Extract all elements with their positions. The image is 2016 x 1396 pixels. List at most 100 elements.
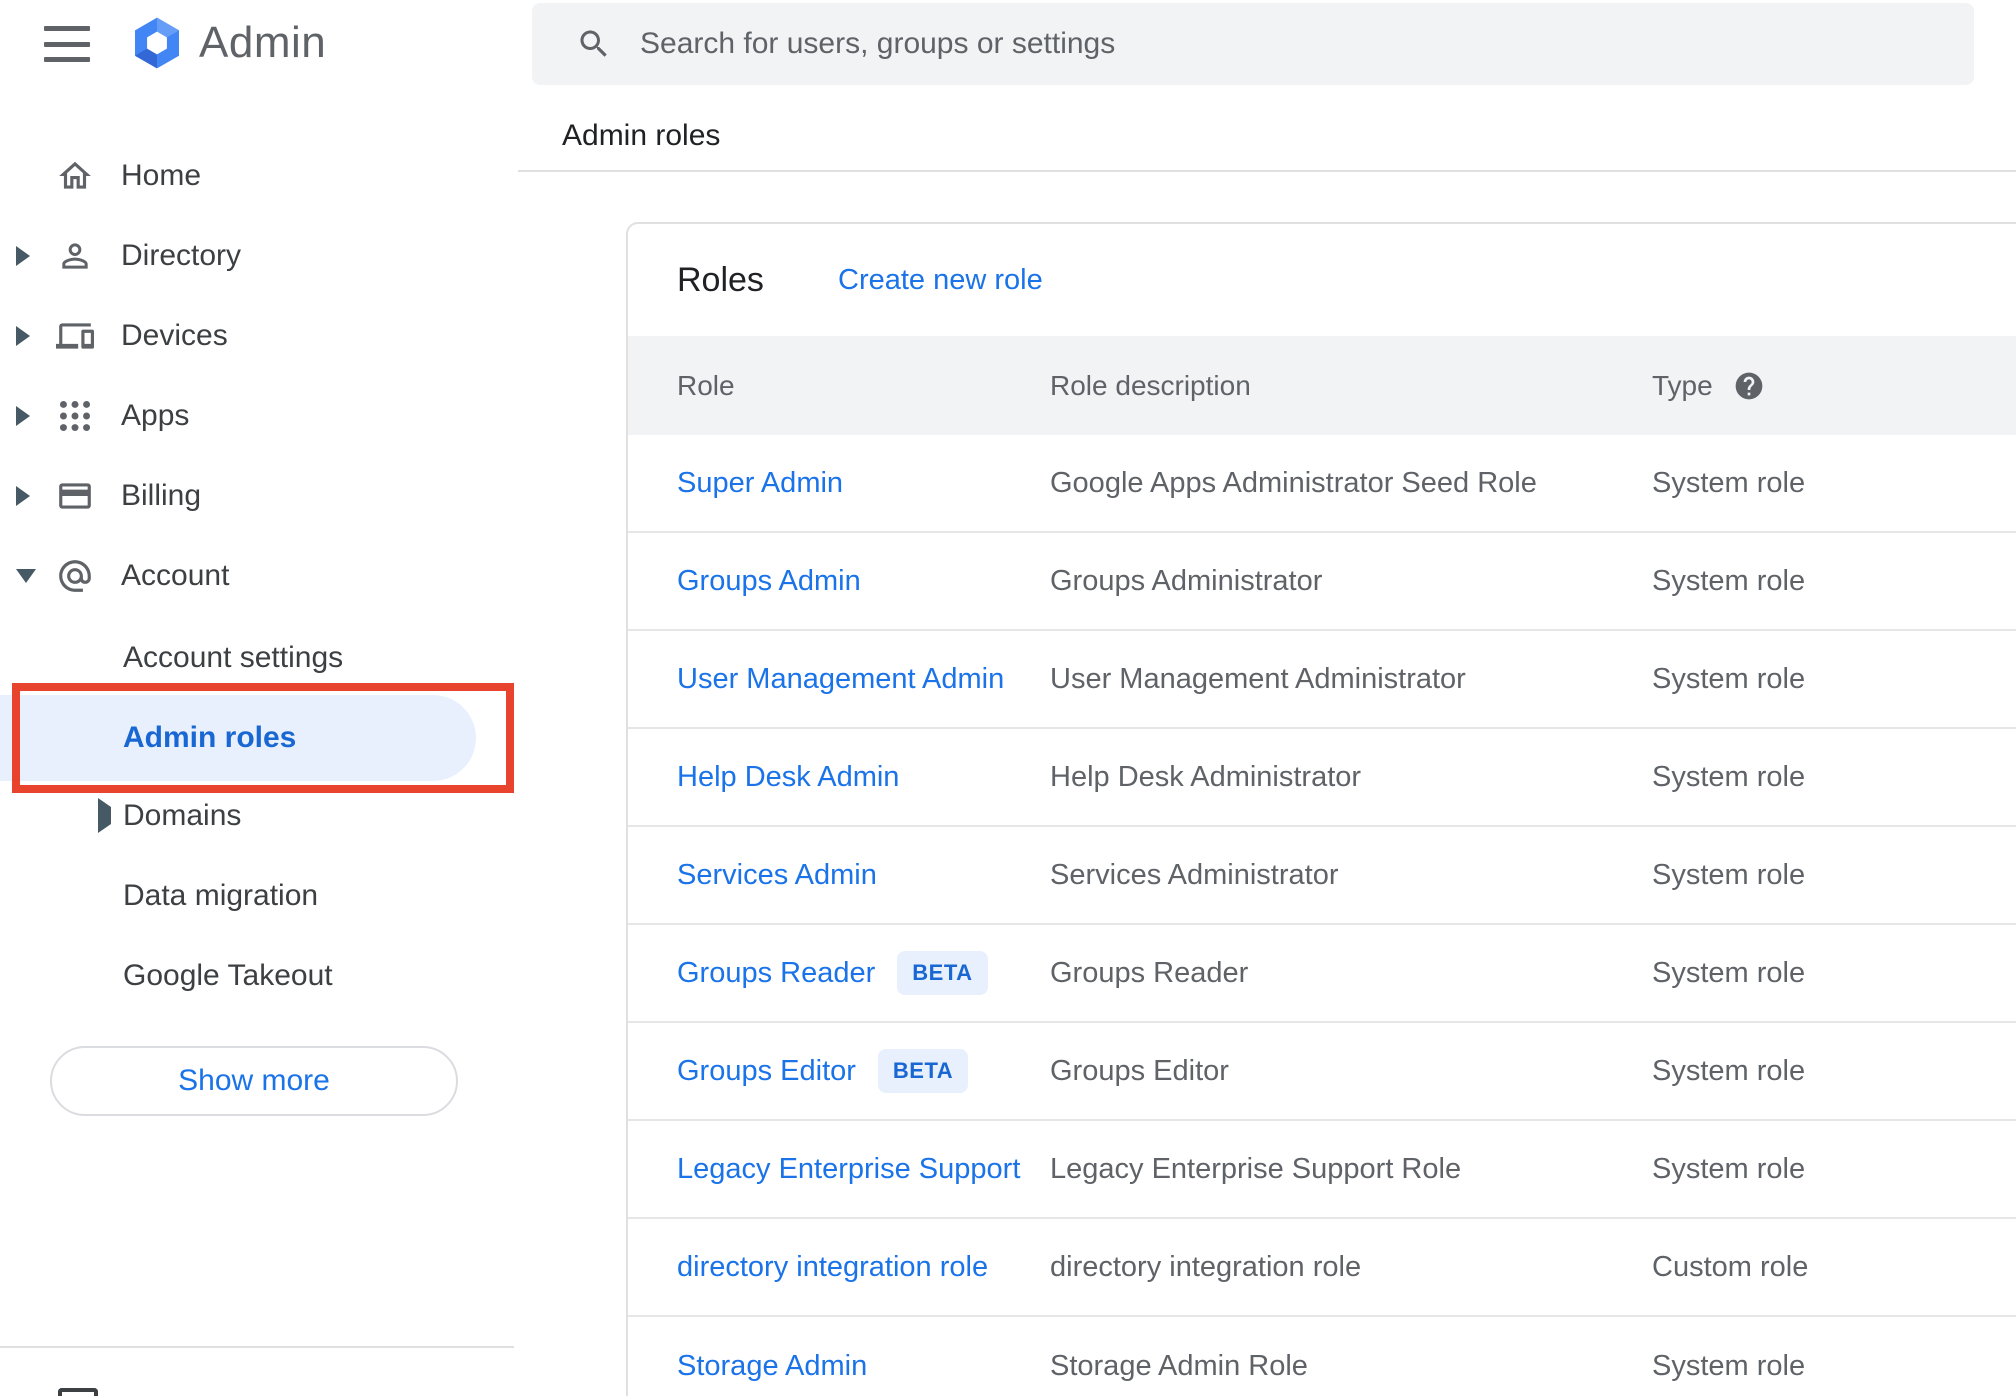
role-type: System role: [1652, 956, 1806, 989]
table-row: User Management Admin User Management Ad…: [628, 631, 2016, 729]
sidebar-header: Admin: [0, 0, 514, 90]
role-link[interactable]: User Management Admin: [677, 663, 1004, 696]
sidebar-item-data-migration[interactable]: Data migration: [0, 856, 514, 936]
role-type: System role: [1652, 760, 1806, 793]
app-title: Admin: [199, 18, 327, 67]
sidebar-item-billing[interactable]: Billing: [0, 456, 514, 536]
sidebar-item-account[interactable]: Account: [0, 536, 514, 616]
role-type: Custom role: [1652, 1250, 1809, 1283]
role-description: User Management Administrator: [1050, 662, 1466, 695]
role-type: System role: [1652, 858, 1806, 891]
table-row: Services Admin Services Administrator Sy…: [628, 827, 2016, 925]
clipped-bottom-icon: [58, 1388, 98, 1396]
chevron-right-icon: [16, 246, 30, 266]
sidebar-item-label: Domains: [123, 799, 242, 832]
role-link[interactable]: Super Admin: [677, 467, 843, 500]
help-icon[interactable]: [1733, 370, 1765, 402]
show-more-button[interactable]: Show more: [50, 1046, 458, 1116]
role-link[interactable]: Services Admin: [677, 859, 877, 892]
beta-badge: BETA: [897, 951, 988, 995]
role-link[interactable]: directory integration role: [677, 1251, 988, 1284]
table-row: Groups Reader BETA Groups Reader System …: [628, 925, 2016, 1023]
sidebar-item-label: Account settings: [123, 641, 344, 674]
sidebar-item-label: Google Takeout: [123, 959, 333, 992]
sidebar-item-devices[interactable]: Devices: [0, 296, 514, 376]
table-row: directory integration role directory int…: [628, 1219, 2016, 1317]
column-header-role: Role: [677, 369, 735, 401]
sidebar-item-home[interactable]: Home: [0, 136, 514, 216]
role-link[interactable]: Groups Editor: [677, 1055, 856, 1088]
role-description: Groups Reader: [1050, 956, 1249, 989]
search-icon: [576, 26, 612, 62]
role-description: Help Desk Administrator: [1050, 760, 1362, 793]
admin-logo: Admin: [128, 14, 326, 72]
role-type: System role: [1652, 1152, 1806, 1185]
sidebar-item-label: Apps: [121, 399, 190, 432]
credit-card-icon: [55, 476, 95, 516]
column-header-type-label: Type: [1652, 369, 1713, 401]
sidebar-item-label: Home: [121, 159, 202, 192]
sidebar-bottom-divider: [0, 1346, 514, 1348]
chevron-right-icon: [16, 406, 30, 426]
menu-button[interactable]: [44, 26, 92, 62]
hamburger-icon: [44, 26, 90, 31]
role-link[interactable]: Groups Reader: [677, 957, 875, 990]
home-icon: [55, 156, 95, 196]
sidebar-item-label: Directory: [121, 239, 242, 272]
beta-badge: BETA: [877, 1049, 969, 1093]
role-description: Groups Editor: [1050, 1054, 1229, 1087]
sidebar-item-admin-roles[interactable]: Admin roles: [0, 695, 476, 781]
table-row: Help Desk Admin Help Desk Administrator …: [628, 729, 2016, 827]
breadcrumb-divider: [518, 170, 2016, 172]
chevron-right-icon: [16, 486, 30, 506]
apps-grid-icon: [55, 396, 95, 436]
sidebar-item-directory[interactable]: Directory: [0, 216, 514, 296]
sidebar-item-label: Account: [121, 559, 230, 592]
table-row: Legacy Enterprise Support Legacy Enterpr…: [628, 1121, 2016, 1219]
chevron-right-icon: [16, 326, 30, 346]
table-row: Groups Admin Groups Administrator System…: [628, 533, 2016, 631]
role-type: System role: [1652, 564, 1806, 597]
role-type: System role: [1652, 1054, 1806, 1087]
person-icon: [55, 236, 95, 276]
column-header-type: Type: [1652, 370, 2016, 402]
sidebar-item-label: Devices: [121, 319, 228, 352]
role-link[interactable]: Help Desk Admin: [677, 761, 899, 794]
role-description: Legacy Enterprise Support Role: [1050, 1152, 1462, 1185]
sidebar-item-domains[interactable]: Domains: [0, 776, 514, 856]
role-description: Storage Admin Role: [1050, 1349, 1308, 1382]
search-bar[interactable]: [532, 3, 1974, 85]
create-new-role-link[interactable]: Create new role: [838, 264, 1043, 297]
breadcrumb: Admin roles: [562, 119, 721, 152]
page-title: Roles: [677, 260, 764, 299]
role-type: System role: [1652, 1349, 1806, 1382]
admin-hexagon-logo-icon: [135, 17, 179, 69]
sidebar-item-label: Data migration: [123, 879, 319, 912]
sidebar: Admin Home Directory Devices Apps Billin…: [0, 0, 514, 1396]
sidebar-item-google-takeout[interactable]: Google Takeout: [0, 936, 514, 1016]
table-header-row: Role Role description Type: [628, 336, 2016, 435]
hamburger-icon: [44, 57, 90, 62]
role-description: Services Administrator: [1050, 858, 1339, 891]
devices-icon: [55, 316, 95, 356]
sidebar-item-account-settings[interactable]: Account settings: [0, 618, 514, 698]
role-description: Google Apps Administrator Seed Role: [1050, 466, 1537, 499]
role-description: Groups Administrator: [1050, 564, 1323, 597]
roles-card: Roles Create new role Role Role descript…: [626, 222, 2016, 1396]
sidebar-item-label: Billing: [121, 479, 202, 512]
role-link[interactable]: Groups Admin: [677, 565, 861, 598]
role-description: directory integration role: [1050, 1250, 1362, 1283]
hamburger-icon: [44, 41, 90, 47]
sidebar-item-apps[interactable]: Apps: [0, 376, 514, 456]
role-link[interactable]: Legacy Enterprise Support: [677, 1153, 1020, 1186]
table-row: Super Admin Google Apps Administrator Se…: [628, 435, 2016, 533]
table-row: Groups Editor BETA Groups Editor System …: [628, 1023, 2016, 1121]
role-type: System role: [1652, 662, 1806, 695]
role-link[interactable]: Storage Admin: [677, 1350, 867, 1383]
search-input[interactable]: [640, 27, 1974, 61]
admin-console-screen: Admin Home Directory Devices Apps Billin…: [0, 0, 2016, 1396]
chevron-right-icon: [98, 798, 111, 833]
chevron-down-icon: [16, 569, 36, 583]
roles-card-header: Roles Create new role: [628, 224, 2016, 336]
column-header-description: Role description: [1050, 369, 1251, 401]
